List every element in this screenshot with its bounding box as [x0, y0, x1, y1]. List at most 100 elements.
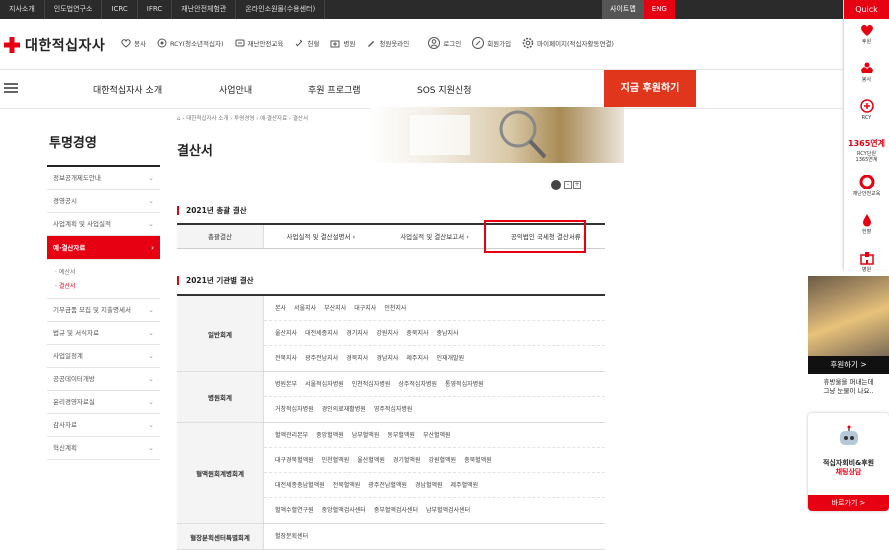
org-link[interactable]: 대구지사 — [354, 305, 376, 312]
join-link[interactable]: 회원가입 — [472, 37, 511, 49]
header-link-petition[interactable]: 청원웃라인 — [366, 38, 409, 48]
org-link[interactable]: 경남혈액원 — [415, 482, 443, 489]
org-link[interactable]: 중앙혈액검사센터 — [322, 507, 366, 514]
org-link[interactable]: 거창적십자병원 — [275, 406, 314, 413]
mypage-link[interactable]: 마이페이지(적십자활동연결) — [522, 37, 614, 49]
side-nav-item[interactable]: 감사자료 ⌄ — [47, 414, 160, 437]
org-link[interactable]: 본사 — [275, 305, 286, 312]
quick-item-rcy[interactable]: RCY — [844, 95, 889, 133]
org-link[interactable]: 영주적십자병원 — [374, 406, 413, 413]
org-link[interactable]: 혈액관리본부 — [275, 432, 308, 439]
header-link-hospital[interactable]: 병원 — [330, 38, 355, 48]
quick-item-donate[interactable]: 후원 — [844, 19, 889, 57]
header-link-volunteer[interactable]: 봉사 — [121, 38, 146, 48]
org-link[interactable]: 울산지사 — [275, 330, 297, 337]
side-nav-sub-item-active[interactable]: · 결산서 — [55, 280, 160, 294]
home-icon[interactable]: ⌂ — [177, 116, 181, 122]
org-link[interactable]: 남부혈액원 — [352, 432, 380, 439]
quick-item-safety-edu[interactable]: 재난안전교육 — [844, 171, 889, 209]
org-link[interactable]: 동부혈액원 — [387, 432, 415, 439]
org-link[interactable]: 인천지사 — [384, 305, 406, 312]
org-link[interactable]: 중부혈액검사센터 — [374, 507, 418, 514]
side-nav-item[interactable]: 정보공개제도안내 ⌄ — [47, 167, 160, 190]
zoom-in-button[interactable]: + — [573, 181, 581, 189]
org-link[interactable]: 서울적십자병원 — [305, 381, 344, 388]
org-link[interactable]: 혈액수혈연구원 — [275, 507, 314, 514]
org-link[interactable]: 부산혈액원 — [423, 432, 451, 439]
gnb-item-sos[interactable]: SOS 지원신청 — [417, 83, 472, 96]
org-link[interactable]: 울산혈액원 — [357, 457, 385, 464]
breadcrumb-item[interactable]: 예·결산자료 — [260, 116, 287, 122]
org-link[interactable]: 대전세종지사 — [305, 330, 338, 337]
side-nav-item-active[interactable]: 예·결산자료 › — [47, 236, 160, 260]
side-nav-item[interactable]: 공공데이터개방 ⌄ — [47, 368, 160, 391]
print-icon[interactable] — [551, 180, 561, 190]
top-link-branch[interactable]: 지사소개 — [0, 0, 45, 19]
org-link[interactable]: 경기지사 — [346, 330, 368, 337]
top-link-icrc[interactable]: ICRC — [102, 0, 138, 19]
side-nav-item[interactable]: 기부금품 모집 및 지출명세서 ⌄ — [47, 299, 160, 322]
sitemap-button[interactable]: 사이트맵 — [602, 0, 644, 19]
chat-consult-banner[interactable]: 적십자회비&후원 채팅상담 바로가기 > — [808, 413, 889, 511]
side-nav-item[interactable]: 사업일정계 ⌄ — [47, 345, 160, 368]
header-link-safety[interactable]: 재난안전교육 — [235, 38, 283, 48]
org-link[interactable]: 인천적십자병원 — [352, 381, 391, 388]
quick-item-blood[interactable]: 헌혈 — [844, 209, 889, 247]
org-link[interactable]: 대구경북혈액원 — [275, 457, 314, 464]
org-link[interactable]: 경인의료재활병원 — [322, 406, 366, 413]
side-nav-item[interactable]: 혁신계획 ⌄ — [47, 437, 160, 460]
header-link-rcy[interactable]: RCY(청소년적십자) — [157, 38, 224, 48]
top-link-humanitarian-law[interactable]: 인도법연구소 — [45, 0, 103, 19]
org-link[interactable]: 남부혈액검사센터 — [426, 507, 470, 514]
english-button[interactable]: ENG — [643, 0, 675, 19]
org-link[interactable]: 인천혈액원 — [322, 457, 350, 464]
top-link-safety-center[interactable]: 재난안전체험관 — [172, 0, 237, 19]
summary-link-explanation[interactable]: 사업실적 및 결산설명서 › — [264, 225, 378, 248]
org-link[interactable]: 대전세종충남혈액원 — [275, 482, 325, 489]
org-link[interactable]: 경남지사 — [376, 355, 398, 362]
breadcrumb-item[interactable]: 투명경영 — [234, 116, 254, 122]
org-link[interactable]: 전북혈액원 — [333, 482, 361, 489]
org-link[interactable]: 부산지사 — [324, 305, 346, 312]
zoom-out-button[interactable]: - — [564, 181, 572, 189]
gnb-item-business[interactable]: 사업안내 — [219, 83, 252, 96]
side-nav-item[interactable]: 윤리경영자료실 ⌄ — [47, 391, 160, 414]
org-link[interactable]: 충남지사 — [437, 330, 459, 337]
org-link[interactable]: 강원지사 — [376, 330, 398, 337]
org-link[interactable]: 충북혈액원 — [464, 457, 492, 464]
login-link[interactable]: 로그인 — [428, 37, 461, 49]
org-link[interactable]: 광주전남지사 — [305, 355, 338, 362]
gnb-item-about[interactable]: 대한적십자사 소개 — [93, 83, 162, 96]
side-nav-item[interactable]: 사업계획 및 사업실적 ⌄ — [47, 213, 160, 236]
side-nav-item[interactable]: 법규 및 서식자료 ⌄ — [47, 322, 160, 345]
side-nav-sub-item[interactable]: · 예산서 — [55, 266, 160, 280]
org-link[interactable]: 서울지사 — [294, 305, 316, 312]
org-link[interactable]: 충북지사 — [406, 330, 428, 337]
org-link[interactable]: 인재개발원 — [437, 355, 465, 362]
gnb-item-donation-program[interactable]: 후원 프로그램 — [308, 83, 361, 96]
site-logo[interactable]: 대한적십자사 — [4, 35, 105, 55]
org-link[interactable]: 통영적십자병원 — [445, 381, 484, 388]
top-link-online[interactable]: 온라인소원물(수용센터) — [236, 0, 326, 19]
hamburger-menu-icon[interactable] — [4, 82, 18, 94]
quick-item-rcy-1365[interactable]: 1365연계 RCY단원 1365연계 — [844, 133, 889, 171]
donation-campaign-banner[interactable]: 후원하기 > 휴방울을 퍼내는데 그냥 눈물이 나요.. — [808, 276, 889, 406]
org-link[interactable]: 제주혈액원 — [451, 482, 479, 489]
chat-shortcut-button[interactable]: 바로가기 > — [808, 495, 889, 511]
top-link-ifrc[interactable]: IFRC — [138, 0, 173, 19]
org-link[interactable]: 상주적십자병원 — [398, 381, 437, 388]
summary-link-report[interactable]: 사업실적 및 결산보고서 › — [378, 225, 492, 248]
breadcrumb-item[interactable]: 대한적십자사 소개 — [186, 116, 228, 122]
org-link[interactable]: 제주지사 — [406, 355, 428, 362]
org-link[interactable]: 강원혈액원 — [428, 457, 456, 464]
header-link-blood[interactable]: 헌혈 — [294, 38, 319, 48]
donate-now-button[interactable]: 지금 후원하기 — [604, 70, 696, 107]
org-link[interactable]: 전북지사 — [275, 355, 297, 362]
side-nav-item[interactable]: 경영공시 ⌄ — [47, 190, 160, 213]
org-link[interactable]: 경북지사 — [346, 355, 368, 362]
org-link[interactable]: 광주전남혈액원 — [368, 482, 407, 489]
quick-item-volunteer[interactable]: 봉사 — [844, 57, 889, 95]
org-link[interactable]: 중앙혈액원 — [316, 432, 344, 439]
org-link[interactable]: 혈장분획센터 — [275, 533, 308, 540]
org-link[interactable]: 병원본부 — [275, 381, 297, 388]
